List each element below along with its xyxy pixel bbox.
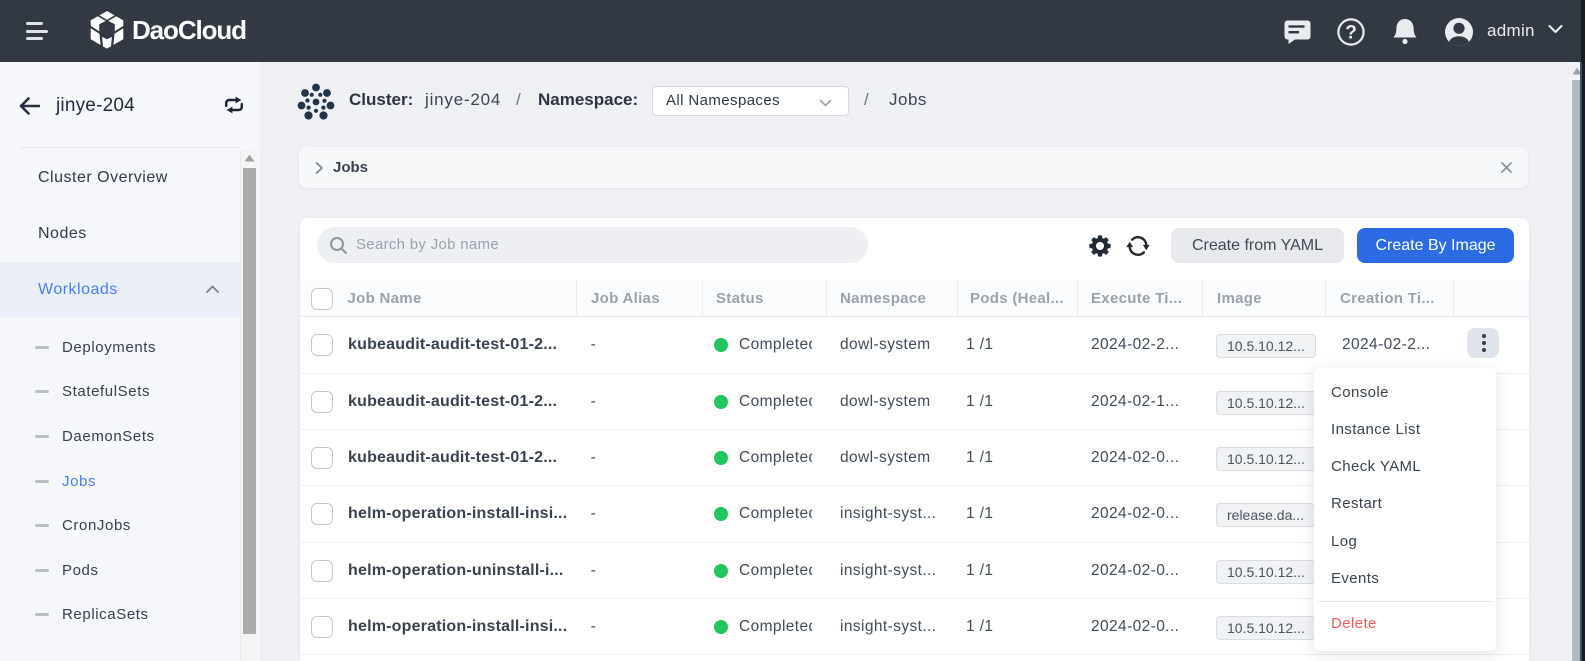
svg-text:?: ? [1345,23,1357,44]
